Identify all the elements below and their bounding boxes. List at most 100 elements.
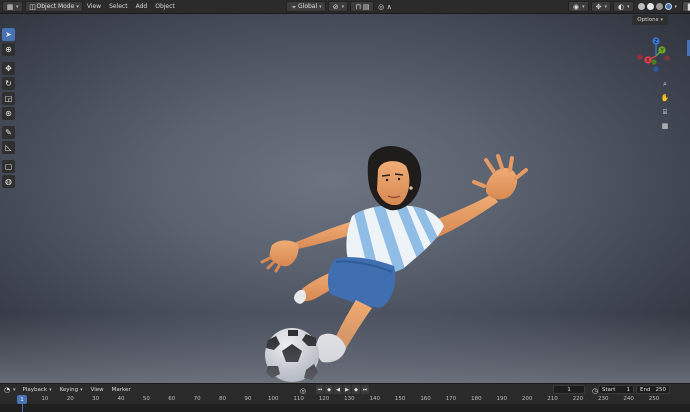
gizmo-icon: ✥ bbox=[595, 2, 602, 11]
timeline-track[interactable] bbox=[0, 404, 690, 412]
wireframe-shading-button[interactable] bbox=[637, 3, 645, 10]
chevron-down-icon: ▾ bbox=[660, 17, 663, 23]
proportional-edit-icon: ◎ bbox=[378, 2, 385, 11]
options-label: Options bbox=[637, 17, 659, 23]
playhead[interactable] bbox=[22, 404, 23, 412]
menu-object[interactable]: Object bbox=[151, 1, 179, 12]
pivot-point-button[interactable]: ⊘ ▾ bbox=[327, 1, 349, 12]
falloff-icon: ∧ bbox=[386, 2, 392, 11]
transform-icon: ⊛ bbox=[5, 109, 12, 118]
menu-keying[interactable]: Keying ▾ bbox=[56, 387, 87, 393]
ruler-tick: 240 bbox=[623, 396, 634, 402]
mode-select[interactable]: ◫ Object Mode ▾ bbox=[24, 1, 83, 12]
start-label: Start bbox=[602, 386, 616, 393]
gizmo-toggle-button[interactable]: ✥ ▾ bbox=[590, 1, 612, 12]
cursor-3d-icon: ⊕ bbox=[5, 45, 12, 54]
menu-marker[interactable]: Marker bbox=[108, 387, 135, 393]
ruler-tick: 60 bbox=[168, 396, 176, 402]
perspective-toggle-button[interactable]: ▦ bbox=[659, 120, 671, 132]
editor-type-button[interactable]: ▦ ▾ bbox=[2, 1, 23, 12]
right-hand bbox=[486, 167, 518, 200]
ruler-tick: 160 bbox=[420, 396, 431, 402]
end-frame-field[interactable]: End 250 bbox=[636, 385, 670, 394]
chevron-down-icon: ▾ bbox=[604, 3, 608, 10]
timeline-editor-type-button[interactable]: ◔ ▾ bbox=[0, 384, 19, 395]
jump-start-button[interactable]: ⏮ bbox=[316, 385, 324, 394]
visibility-button[interactable]: ◉ ▾ bbox=[568, 1, 589, 12]
chevron-down-icon: ▾ bbox=[582, 3, 585, 10]
navigation-gizmo[interactable]: Z X Y bbox=[636, 36, 676, 76]
svg-text:X: X bbox=[646, 58, 650, 64]
rotate-tool[interactable]: ↻ bbox=[2, 77, 15, 90]
select-tool[interactable]: ➤ bbox=[2, 28, 15, 41]
mode-label: Object Mode bbox=[36, 3, 75, 10]
pause-render-button[interactable]: ❚❚ bbox=[682, 1, 690, 12]
floor-shadow bbox=[225, 371, 415, 383]
left-arm bbox=[290, 222, 350, 250]
transform-orientation-select[interactable]: ⌖ Global ▾ bbox=[286, 1, 326, 12]
snap-button[interactable]: ⊓ ▤ bbox=[350, 1, 375, 12]
chevron-down-icon: ▾ bbox=[16, 3, 19, 10]
menu-select[interactable]: Select bbox=[105, 1, 132, 12]
3d-viewport[interactable]: Options ▾ ➤ ⊕ ✥ ↻ ◲ ⊛ ✎ ◺ ▢ ◍ Z X Y ⌕ ✋ bbox=[0, 14, 690, 383]
pan-button[interactable]: ✋ bbox=[659, 92, 671, 104]
orientation-label: Global bbox=[298, 3, 318, 10]
current-frame-indicator[interactable]: 1 bbox=[17, 395, 27, 404]
transform-tool[interactable]: ⊛ bbox=[2, 107, 15, 120]
ruler-tick: 50 bbox=[142, 396, 150, 402]
zoom-button[interactable]: ⌕ bbox=[659, 78, 671, 90]
current-frame-field[interactable]: 1 bbox=[553, 385, 585, 394]
ruler-tick: 100 bbox=[268, 396, 279, 402]
magnet-icon: ⊓ bbox=[355, 2, 361, 11]
proportional-edit-button[interactable]: ◎ ∧ bbox=[374, 1, 396, 12]
start-frame-field[interactable]: Start 1 bbox=[598, 385, 634, 394]
solid-shading-button[interactable] bbox=[646, 3, 654, 10]
left-eye bbox=[385, 178, 389, 182]
soccer-ball bbox=[265, 328, 319, 382]
ruler-tick: 20 bbox=[66, 396, 74, 402]
options-button[interactable]: Options ▾ bbox=[632, 15, 668, 25]
front-sock bbox=[316, 333, 346, 363]
object-icon: ◍ bbox=[5, 177, 12, 186]
play-reverse-button[interactable]: ◀ bbox=[334, 385, 342, 394]
cube-add-icon: ▢ bbox=[4, 162, 13, 171]
rendered-shading-button[interactable] bbox=[664, 3, 672, 10]
prev-keyframe-button[interactable]: ◆ bbox=[325, 385, 333, 394]
right-eye bbox=[397, 177, 401, 181]
move-tool[interactable]: ✥ bbox=[2, 62, 15, 75]
ruler-tick: 200 bbox=[521, 396, 533, 402]
chevron-down-icon: ▾ bbox=[13, 386, 16, 393]
ruler-tick: 80 bbox=[219, 396, 226, 402]
ruler-tick: 110 bbox=[293, 396, 304, 402]
menu-add[interactable]: Add bbox=[132, 1, 152, 12]
add-cube-tool[interactable]: ▢ bbox=[2, 160, 15, 173]
clock-icon: ◔ bbox=[3, 385, 11, 394]
frame-ruler[interactable]: 10 20 30 40 50 60 70 80 90 100 110 120 130 140 150 160 1… bbox=[0, 395, 690, 404]
cursor-tool[interactable]: ⊕ bbox=[2, 43, 15, 56]
play-button[interactable]: ▶ bbox=[343, 385, 351, 394]
next-keyframe-button[interactable]: ◆ bbox=[352, 385, 360, 394]
menu-playback[interactable]: Playback ▾ bbox=[19, 387, 56, 393]
scale-tool[interactable]: ◲ bbox=[2, 92, 15, 105]
chevron-down-icon: ▾ bbox=[674, 3, 678, 10]
material-shading-button[interactable] bbox=[655, 3, 663, 10]
ruler-tick: 120 bbox=[318, 396, 330, 402]
menu-view[interactable]: View bbox=[83, 1, 105, 12]
ruler-tick: 140 bbox=[369, 396, 381, 402]
jump-end-button[interactable]: ⏭ bbox=[361, 385, 369, 394]
chevron-down-icon: ▾ bbox=[76, 3, 79, 10]
measure-tool[interactable]: ◺ bbox=[2, 141, 15, 154]
chevron-down-icon: ▾ bbox=[627, 3, 630, 10]
ruler-tick: 220 bbox=[572, 396, 584, 402]
annotate-tool[interactable]: ✎ bbox=[2, 126, 15, 139]
camera-view-button[interactable]: ⌸ bbox=[659, 106, 671, 118]
chevron-down-icon: ▾ bbox=[319, 3, 322, 10]
move-icon: ✥ bbox=[5, 64, 12, 73]
ruler-tick: 70 bbox=[193, 396, 201, 402]
extra-tool[interactable]: ◍ bbox=[2, 175, 15, 188]
face bbox=[377, 161, 410, 206]
menu-timeline-view[interactable]: View bbox=[87, 387, 108, 393]
overlays-button[interactable]: ◐ ▾ bbox=[613, 1, 634, 12]
snap-grid-icon: ▤ bbox=[362, 2, 370, 11]
keying-label: Keying bbox=[59, 386, 79, 393]
